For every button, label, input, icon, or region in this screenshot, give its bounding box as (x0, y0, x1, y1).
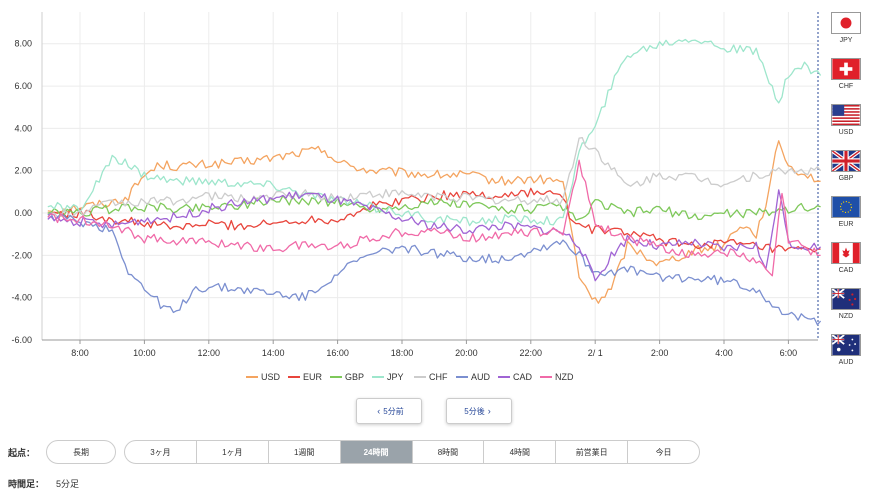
chart-axes: 8.00 6.00 4.00 2.00 0.00 -2.00 -4.00 -6.00 8:00 1… (11, 12, 819, 358)
y-tick-label: -6.00 (11, 335, 32, 345)
flag-item-usd[interactable]: USD (826, 100, 866, 144)
period-1week-button[interactable]: 1週間 (269, 441, 341, 463)
flag-label: JPY (839, 37, 853, 44)
y-tick-label: -4.00 (11, 293, 32, 303)
chart-series (47, 38, 822, 326)
flag-label: NZD (838, 313, 854, 320)
flag-label: CAD (838, 267, 854, 274)
legend-label: CAD (513, 372, 533, 382)
flag-label: CHF (838, 83, 854, 90)
flag-item-chf[interactable]: CHF (826, 54, 866, 98)
y-tick-label: 2.00 (14, 166, 32, 176)
period-1month-button[interactable]: 1ヶ月 (197, 441, 269, 463)
flag-item-aud[interactable]: AUD (826, 330, 866, 374)
legend-item-cad[interactable]: CAD (498, 372, 533, 382)
x-tick-label: 4:00 (715, 348, 733, 358)
prev-5min-button[interactable]: ‹ 5分前 (356, 398, 422, 424)
legend-item-eur[interactable]: EUR (288, 372, 323, 382)
y-tick-label: -2.00 (11, 250, 32, 260)
flag-label: AUD (838, 359, 854, 366)
timeframe-value: 5分足 (56, 479, 80, 489)
long-term-button[interactable]: 長期 (46, 440, 116, 464)
y-tick-label: 0.00 (14, 208, 32, 218)
series-line-eur (47, 187, 821, 254)
flag-item-jpy[interactable]: JPY (826, 8, 866, 52)
new-zealand-flag-icon (831, 288, 861, 310)
x-tick-label: 2:00 (651, 348, 669, 358)
chevron-right-icon: › (487, 406, 491, 416)
legend-item-usd[interactable]: USD (246, 372, 281, 382)
legend-item-jpy[interactable]: JPY (372, 372, 404, 382)
legend-label: NZD (555, 372, 574, 382)
next-5min-button[interactable]: 5分後 › (446, 398, 512, 424)
timeframe-label: 時間足： (8, 479, 45, 489)
legend-label: EUR (303, 372, 323, 382)
y-tick-label: 4.00 (14, 123, 32, 133)
period-prev-business-day-button[interactable]: 前営業日 (556, 441, 629, 463)
uk-flag-icon (831, 150, 861, 172)
usa-flag-icon (831, 104, 861, 126)
eu-flag-icon (831, 196, 861, 218)
x-tick-label: 20:00 (455, 348, 478, 358)
prev-5min-label: 5分前 (383, 406, 404, 416)
flag-item-eur[interactable]: EUR (826, 192, 866, 236)
next-5min-label: 5分後 (464, 406, 485, 416)
legend-label: USD (261, 372, 281, 382)
legend-label: CHF (429, 372, 448, 382)
x-tick-label: 2/ 1 (588, 348, 603, 358)
legend-item-chf[interactable]: CHF (414, 372, 448, 382)
flag-label: EUR (838, 221, 854, 228)
period-24hours-button[interactable]: 24時間 (340, 441, 413, 463)
series-line-aud (47, 212, 822, 326)
x-tick-label: 18:00 (391, 348, 414, 358)
y-tick-label: 6.00 (14, 81, 32, 91)
flag-label: GBP (838, 175, 854, 182)
flag-item-nzd[interactable]: NZD (826, 284, 866, 328)
switzerland-flag-icon (831, 58, 861, 80)
canada-flag-icon (831, 242, 861, 264)
start-point-label: 起点： (8, 448, 36, 458)
chart-legend: USD EUR GBP JPY CHF AUD CAD NZD (246, 372, 574, 382)
legend-item-aud[interactable]: AUD (456, 372, 491, 382)
legend-label: GBP (345, 372, 364, 382)
japan-flag-icon (831, 12, 861, 34)
y-tick-label: 8.00 (14, 39, 32, 49)
flag-item-cad[interactable]: CAD (826, 238, 866, 282)
fx-strength-chart: 8.00 6.00 4.00 2.00 0.00 -2.00 -4.00 -6.00 8:00 1… (11, 12, 822, 382)
legend-label: AUD (471, 372, 491, 382)
chevron-left-icon: ‹ (377, 406, 381, 416)
period-3months-button[interactable]: 3ヶ月 (125, 441, 197, 463)
legend-item-gbp[interactable]: GBP (330, 372, 364, 382)
x-tick-label: 12:00 (198, 348, 221, 358)
period-4hours-button[interactable]: 4時間 (484, 441, 557, 463)
x-tick-label: 6:00 (780, 348, 798, 358)
legend-label: JPY (387, 372, 404, 382)
x-tick-label: 14:00 (262, 348, 285, 358)
flag-label: USD (838, 129, 854, 136)
x-tick-label: 22:00 (520, 348, 543, 358)
flag-item-gbp[interactable]: GBP (826, 146, 866, 190)
australia-flag-icon (831, 334, 861, 356)
x-tick-label: 10:00 (133, 348, 156, 358)
x-tick-label: 8:00 (71, 348, 89, 358)
period-selector: 3ヶ月 1ヶ月 1週間 24時間 8時間 4時間 前営業日 今日 (124, 440, 700, 464)
period-8hours-button[interactable]: 8時間 (413, 441, 485, 463)
x-tick-label: 16:00 (326, 348, 349, 358)
period-today-button[interactable]: 今日 (628, 441, 699, 463)
legend-item-nzd[interactable]: NZD (540, 372, 574, 382)
